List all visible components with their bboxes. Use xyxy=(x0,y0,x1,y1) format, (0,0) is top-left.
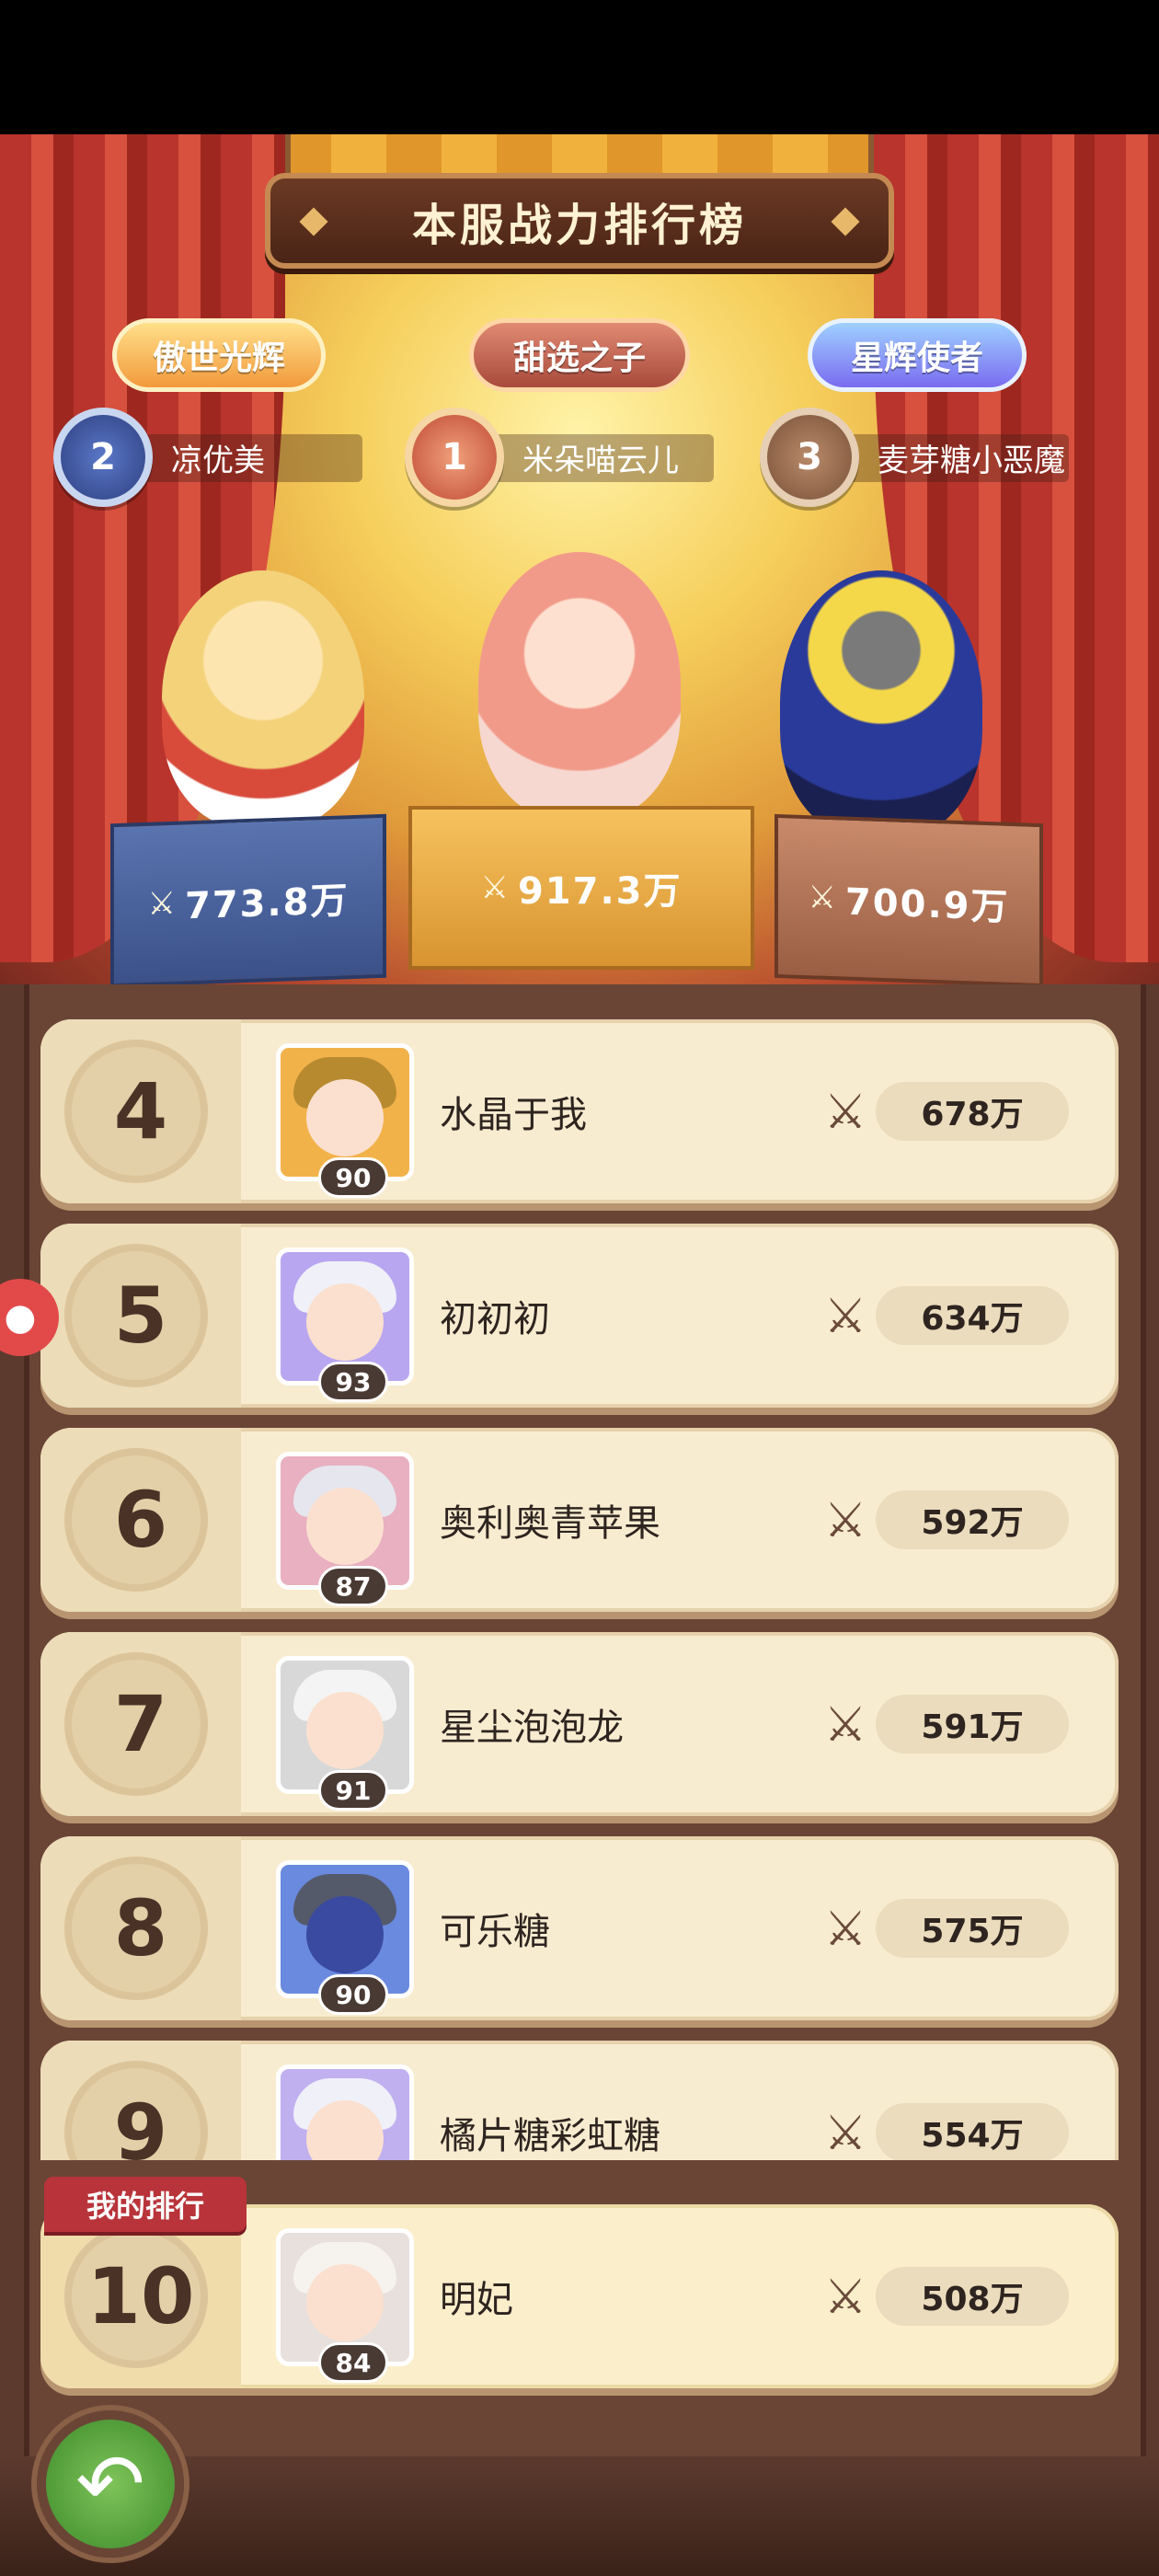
power-value: 591万 xyxy=(876,1695,1069,1754)
crossed-swords-icon: ⚔ xyxy=(823,1902,867,1957)
crossed-swords-icon: ⚔ xyxy=(480,869,511,906)
power-value: 678万 xyxy=(876,1082,1069,1141)
rank-number: 7 xyxy=(113,1679,168,1769)
crossed-swords-icon: ⚔ xyxy=(823,2106,867,2160)
list-item[interactable]: 7 91 星尘泡泡龙 ⚔ 591万 xyxy=(40,1632,1119,1816)
power-value: 700.9万 xyxy=(844,880,1010,929)
title-badge-rank1: 甜选之子 xyxy=(469,318,690,392)
player-name: 星尘泡泡龙 xyxy=(440,1707,624,1749)
level-badge: 90 xyxy=(318,1157,388,1198)
level-badge: 87 xyxy=(318,1566,388,1606)
title-badge-rank2: 傲世光辉 xyxy=(112,318,326,392)
page-title-banner: 本服战力排行榜 xyxy=(265,173,894,269)
rank-number: 5 xyxy=(113,1271,168,1361)
player-name: 明妃 xyxy=(440,2279,513,2321)
rank-number: 8 xyxy=(113,1883,168,1973)
player-name: 水晶于我 xyxy=(440,1094,587,1136)
rank-number: 4 xyxy=(113,1066,168,1156)
rank-number: 9 xyxy=(113,2087,168,2160)
power-value: 592万 xyxy=(876,1490,1069,1549)
list-item[interactable]: 5 93 初初初 ⚔ 634万 xyxy=(40,1224,1119,1408)
back-button[interactable]: ↶ xyxy=(37,2410,184,2558)
status-bar-area xyxy=(0,0,1159,134)
my-rank-tag: 我的排行 xyxy=(44,2177,247,2232)
power-value: 554万 xyxy=(876,2103,1069,2160)
avatar[interactable] xyxy=(276,2064,414,2160)
player-name: 可乐糖 xyxy=(440,1911,550,1953)
top-player-name: 凉优美 xyxy=(171,442,265,479)
level-badge: 91 xyxy=(318,1770,388,1811)
top-player-name: 米朵喵云儿 xyxy=(522,442,679,479)
pedestal-rank1: ⚔ 917.3万 xyxy=(408,806,754,970)
top-player-rank3[interactable]: 3 麦芽糖小恶魔 xyxy=(760,408,1069,507)
my-rank-row[interactable]: 10 84 明妃 ⚔ 508万 xyxy=(40,2204,1119,2388)
power-value: 917.3万 xyxy=(517,870,683,913)
character-rank2[interactable] xyxy=(162,570,364,828)
list-item[interactable]: 8 90 可乐糖 ⚔ 575万 xyxy=(40,1836,1119,2020)
silver-medal-icon: 2 xyxy=(53,408,153,507)
bronze-medal-icon: 3 xyxy=(760,408,859,507)
gem-icon xyxy=(831,207,860,236)
character-rank1[interactable] xyxy=(478,552,681,819)
list-item[interactable]: 6 87 奥利奥青苹果 ⚔ 592万 xyxy=(40,1428,1119,1612)
power-value: 575万 xyxy=(876,1899,1069,1958)
back-arrow-icon: ↶ xyxy=(75,2435,145,2533)
pedestal-rank2: ⚔ 773.8万 xyxy=(110,813,386,988)
power-value: 773.8万 xyxy=(184,880,350,928)
crossed-swords-icon: ⚔ xyxy=(823,1697,867,1753)
crossed-swords-icon: ⚔ xyxy=(823,1493,867,1548)
top-player-rank2[interactable]: 2 凉优美 xyxy=(53,408,362,507)
crossed-swords-icon: ⚔ xyxy=(808,879,838,917)
rank-number: 6 xyxy=(113,1475,168,1565)
list-item[interactable]: 9 橘片糖彩虹糖 ⚔ 554万 xyxy=(40,2041,1119,2160)
ranking-list[interactable]: 4 90 水晶于我 ⚔ 678万 5 93 初初初 ⚔ 634万 6 87 奥利… xyxy=(0,1012,1159,2160)
title-badge-rank3: 星辉使者 xyxy=(808,318,1027,392)
pedestal-rank3: ⚔ 700.9万 xyxy=(775,813,1043,988)
gold-medal-icon: 1 xyxy=(405,408,504,507)
crossed-swords-icon: ⚔ xyxy=(823,1289,867,1344)
crossed-swords-icon: ⚔ xyxy=(823,1085,867,1140)
power-value: 634万 xyxy=(876,1286,1069,1345)
top-player-rank1[interactable]: 1 米朵喵云儿 xyxy=(405,408,714,507)
player-name: 奥利奥青苹果 xyxy=(440,1502,660,1545)
list-item[interactable]: 4 90 水晶于我 ⚔ 678万 xyxy=(40,1019,1119,1203)
power-value: 508万 xyxy=(876,2267,1069,2326)
crossed-swords-icon: ⚔ xyxy=(823,2270,867,2325)
gem-icon xyxy=(299,207,328,236)
level-badge: 93 xyxy=(318,1362,388,1402)
level-badge: 90 xyxy=(318,1974,388,2015)
top-player-name: 麦芽糖小恶魔 xyxy=(878,442,1065,479)
crossed-swords-icon: ⚔ xyxy=(147,884,178,923)
rank-number: 10 xyxy=(86,2251,195,2341)
player-name: 橘片糖彩虹糖 xyxy=(440,2115,660,2157)
page-title: 本服战力排行榜 xyxy=(411,200,747,251)
level-badge: 84 xyxy=(318,2342,388,2383)
player-name: 初初初 xyxy=(440,1298,550,1340)
character-rank3[interactable] xyxy=(780,570,982,837)
